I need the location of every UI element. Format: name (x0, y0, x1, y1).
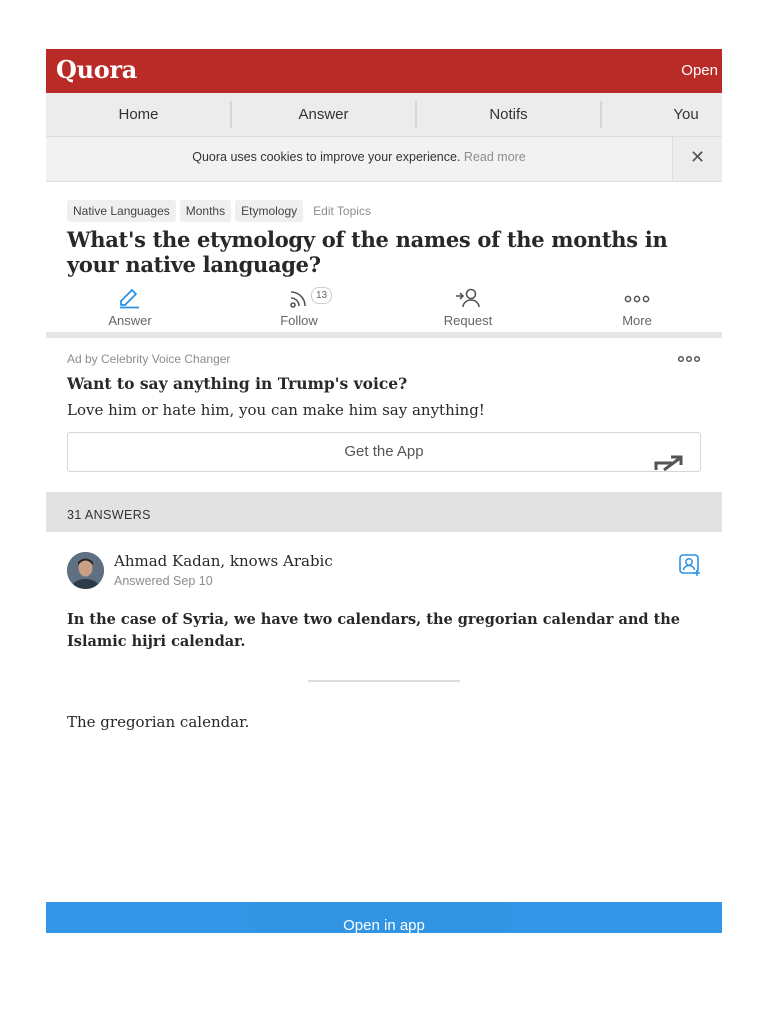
topic-tag[interactable]: Months (179, 200, 232, 222)
main-nav: Home Answer Notifs You (46, 93, 722, 137)
top-bar: Quora Open (46, 49, 722, 93)
ad-sponsor-label[interactable]: Ad by Celebrity Voice Changer (67, 352, 230, 366)
follow-action-button[interactable]: 13 Follow (239, 287, 359, 328)
open-in-app-button[interactable]: Open in app (46, 902, 722, 933)
topic-tag[interactable]: Etymology (235, 200, 304, 222)
get-the-app-label: Get the App (344, 443, 424, 460)
answer-divider (308, 680, 460, 682)
get-the-app-button[interactable]: Get the App (67, 432, 701, 472)
open-app-link[interactable]: Open (681, 62, 718, 79)
section-divider (46, 332, 722, 338)
quora-logo[interactable]: Quora (56, 55, 137, 84)
more-dots-icon (677, 355, 701, 363)
question-title[interactable]: What's the etymology of the names of the… (67, 227, 707, 277)
nav-home[interactable]: Home (46, 93, 231, 136)
rss-follow-icon (290, 291, 306, 308)
answer-date[interactable]: Answered Sep 10 (114, 574, 213, 588)
answer-action-button[interactable]: Answer (70, 287, 190, 328)
avatar[interactable] (67, 552, 104, 589)
user-avatar-icon (67, 552, 104, 589)
cookie-message: Quora uses cookies to improve your exper… (192, 150, 461, 164)
answer-text[interactable]: The gregorian calendar. (67, 713, 249, 731)
cookie-banner: Quora uses cookies to improve your exper… (46, 137, 722, 182)
pencil-icon (120, 289, 139, 309)
request-action-label: Request (443, 313, 493, 328)
ad-body: Love him or hate him, you can make him s… (67, 401, 485, 419)
nav-you[interactable]: You (601, 93, 722, 136)
read-more-link[interactable]: Read more (464, 150, 526, 164)
ad-title[interactable]: Want to say anything in Trump's voice? (67, 374, 407, 393)
follow-action-label: Follow (280, 313, 318, 328)
edit-topics-link[interactable]: Edit Topics (307, 200, 377, 222)
external-link-arrow-icon (654, 455, 683, 471)
close-cookie-button[interactable]: ✕ (672, 137, 722, 181)
quora-page: Quora Open Home Answer Notifs You Quora … (46, 49, 722, 933)
person-plus-icon (679, 554, 700, 576)
answers-header: 31 ANSWERS (46, 492, 722, 532)
answers-count: 31 ANSWERS (67, 508, 151, 522)
answer-action-label: Answer (108, 313, 152, 328)
answer-author[interactable]: Ahmad Kadan, knows Arabic (114, 552, 333, 570)
nav-answer[interactable]: Answer (231, 93, 416, 136)
close-icon: ✕ (689, 147, 706, 167)
more-action-button[interactable]: More (577, 287, 697, 328)
request-person-icon (456, 288, 480, 308)
open-in-app-label: Open in app (343, 917, 425, 933)
answer-bold-text[interactable]: In the case of Syria, we have two calend… (67, 609, 707, 653)
request-answer-button[interactable] (678, 553, 702, 582)
cookie-message-row: Quora uses cookies to improve your exper… (46, 137, 672, 181)
follow-count-badge: 13 (311, 287, 333, 304)
topic-list: Native Languages Months Etymology Edit Topi… (67, 200, 381, 222)
more-action-label: More (622, 313, 652, 328)
topic-tag[interactable]: Native Languages (67, 200, 176, 222)
nav-notifs[interactable]: Notifs (416, 93, 601, 136)
more-dots-icon (624, 295, 650, 303)
request-action-button[interactable]: Request (408, 287, 528, 328)
ad-options-button[interactable] (677, 351, 701, 369)
